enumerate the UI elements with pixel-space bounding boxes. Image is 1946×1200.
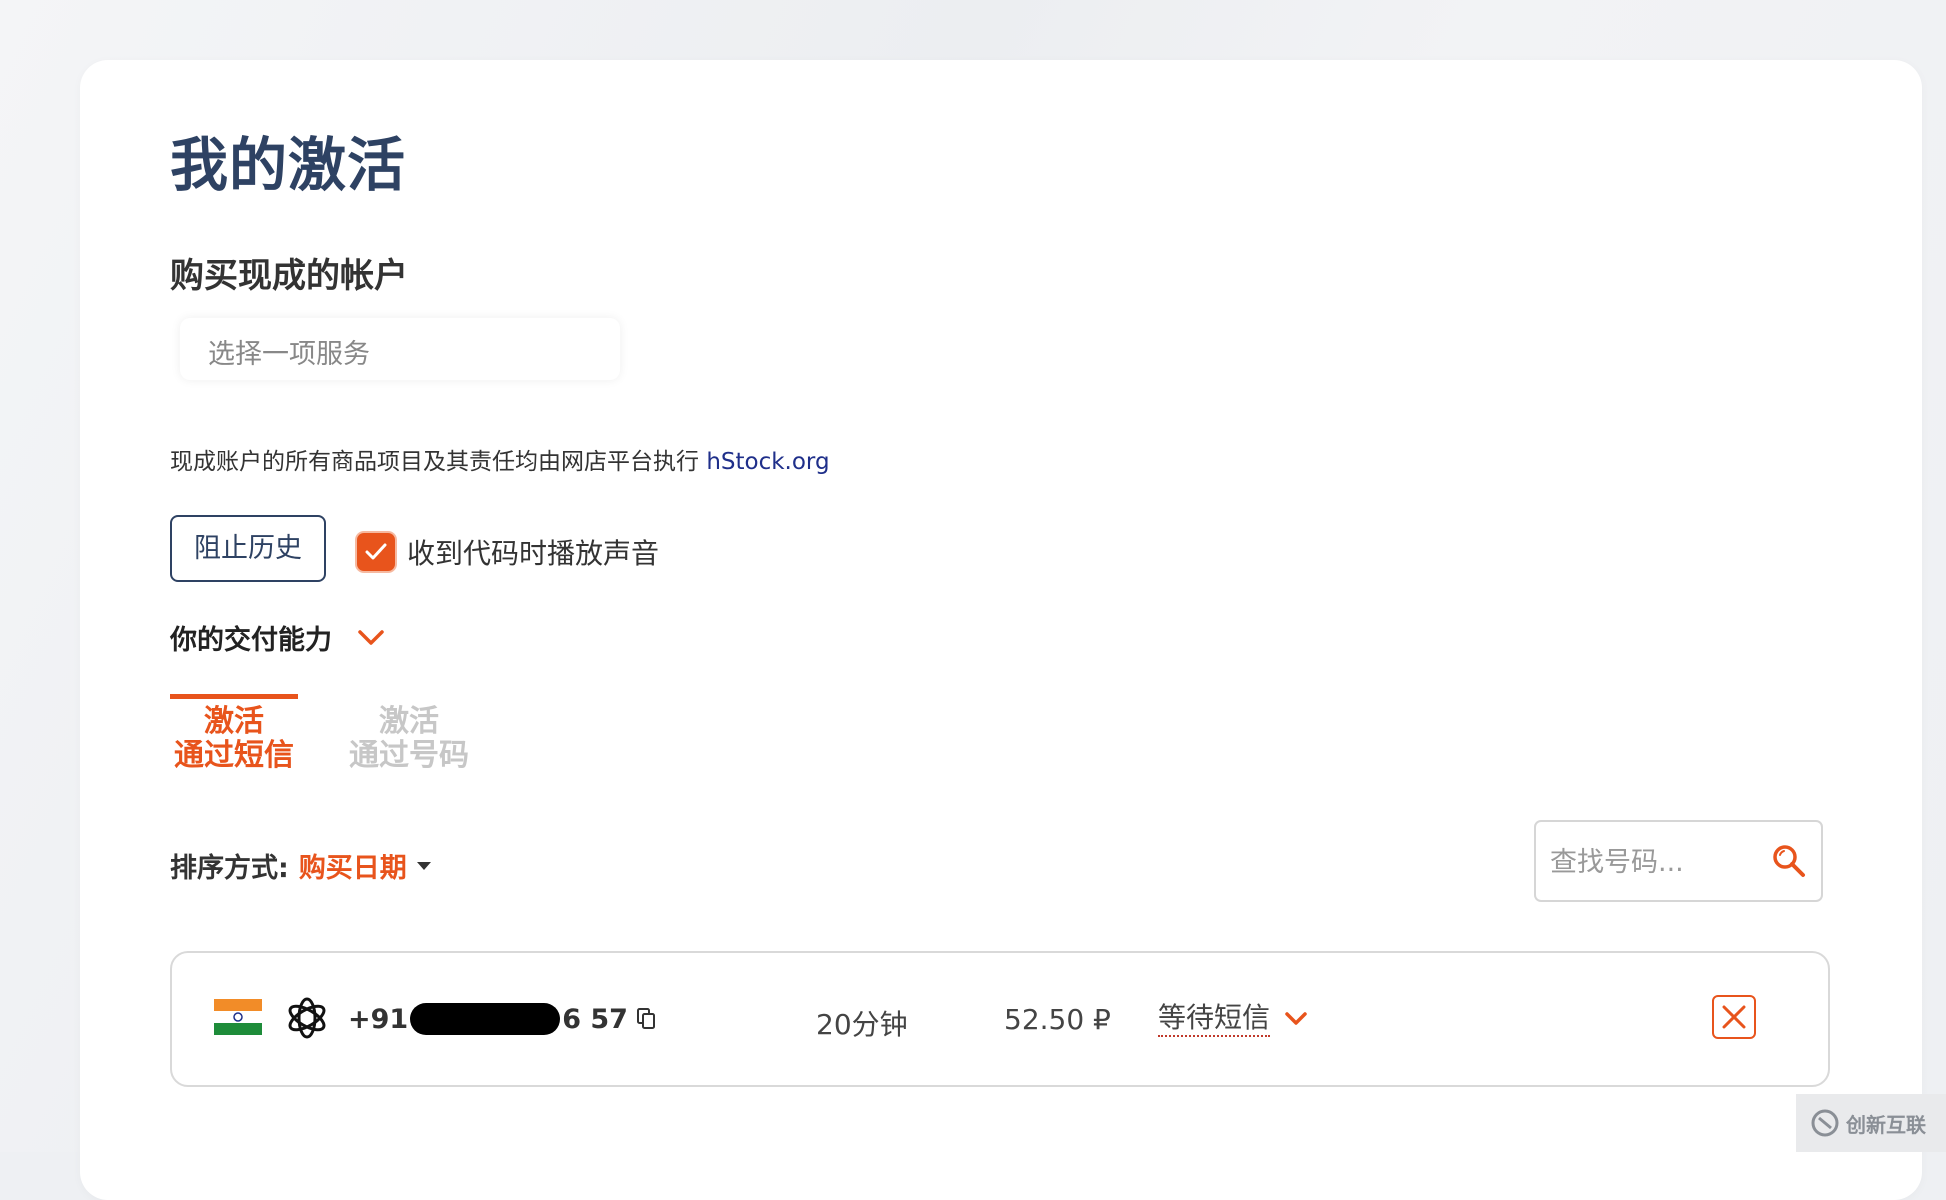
activation-status: 等待短信 — [1158, 1001, 1271, 1037]
ready-accounts-note: 现成账户的所有商品项目及其责任均由网店平台执行 hStock.org — [170, 442, 830, 476]
phone-redaction — [410, 1003, 561, 1035]
chevron-down-icon — [358, 629, 384, 645]
delivery-capacity-label: 你的交付能力 — [170, 625, 332, 656]
tab-number-activation[interactable]: 激活 通过号码 — [345, 694, 473, 773]
copy-icon[interactable] — [636, 1007, 656, 1031]
activation-duration: 20分钟 — [816, 1008, 908, 1041]
dropdown-triangle-icon — [416, 861, 431, 870]
tab-number-line2: 通过号码 — [349, 738, 469, 773]
tab-sms-line2: 通过短信 — [174, 738, 294, 773]
sort-value[interactable]: 购买日期 — [299, 846, 407, 885]
delivery-capacity-toggle[interactable]: 你的交付能力 — [170, 618, 386, 657]
sound-label: 收到代码时播放声音 — [407, 537, 660, 570]
phone-number: +91 6 57 — [348, 1003, 656, 1035]
hstock-link[interactable]: hStock.org — [706, 449, 829, 475]
number-search — [1534, 820, 1823, 902]
page-title: 我的激活 — [170, 131, 407, 199]
sort-control[interactable]: 排序方式: 购买日期 — [170, 846, 431, 885]
phone-prefix: +91 — [348, 1003, 409, 1035]
checkmark-icon — [365, 543, 387, 560]
number-search-input[interactable] — [1550, 842, 1750, 882]
cancel-activation-button[interactable] — [1712, 995, 1756, 1039]
service-select-placeholder: 选择一项服务 — [208, 339, 370, 370]
activation-price: 52.50 ₽ — [1004, 1003, 1111, 1036]
sort-label: 排序方式: — [170, 853, 289, 884]
close-icon — [1722, 1005, 1746, 1029]
openai-icon — [288, 997, 326, 1039]
activation-status-toggle[interactable]: 等待短信 — [1158, 1001, 1308, 1037]
activation-row: +91 6 57 20分钟 52.50 ₽ 等待短信 — [170, 951, 1830, 1087]
tab-sms-activation[interactable]: 激活 通过短信 — [170, 694, 298, 773]
tab-sms-line1: 激活 — [204, 704, 264, 739]
search-icon[interactable] — [1770, 842, 1808, 880]
ready-accounts-title: 购买现成的帐户 — [170, 256, 408, 296]
watermark-text: 创新互联 — [1846, 1112, 1926, 1137]
india-flag-icon — [214, 999, 262, 1035]
block-history-button[interactable]: 阻止历史 — [170, 515, 326, 582]
service-select[interactable]: 选择一项服务 — [180, 318, 620, 380]
phone-suffix: 6 57 — [562, 1003, 628, 1035]
tab-number-line1: 激活 — [379, 704, 439, 739]
watermark: 创新互联 — [1796, 1094, 1946, 1152]
chevron-down-icon — [1285, 1012, 1307, 1025]
note-text: 现成账户的所有商品项目及其责任均由网店平台执行 — [170, 449, 707, 475]
sound-option[interactable]: 收到代码时播放声音 — [357, 532, 659, 572]
watermark-logo-icon — [1811, 1109, 1839, 1137]
sound-checkbox[interactable] — [357, 533, 395, 571]
